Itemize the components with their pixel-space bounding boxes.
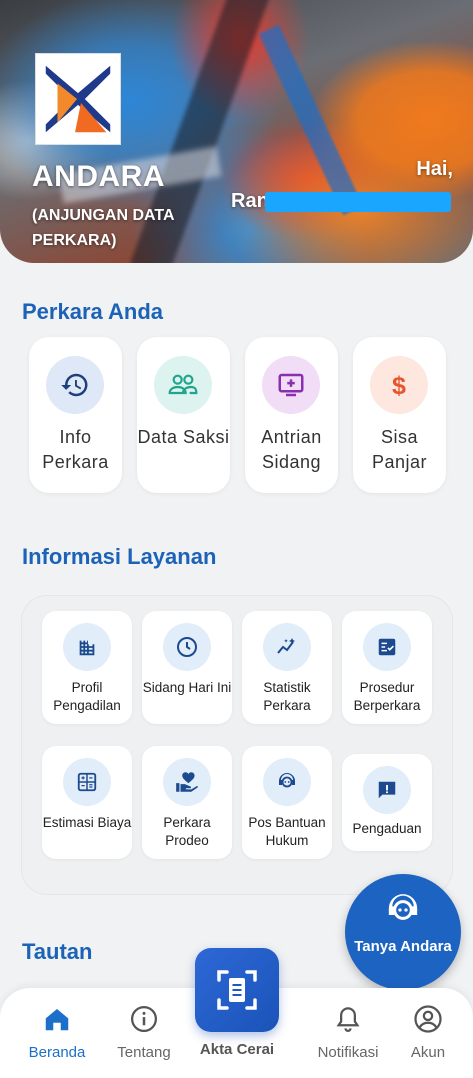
card-data-saksi[interactable]: Data Saksi	[137, 337, 230, 493]
card-sisa-panjar[interactable]: $ Sisa Panjar	[353, 337, 446, 493]
paint-stroke	[258, 24, 364, 216]
akta-cerai-label: Akta Cerai	[199, 1041, 275, 1058]
greeting: Hai,	[416, 158, 453, 180]
queue-screen-icon	[262, 356, 320, 414]
service-profil-pengadilan[interactable]: Profil Pengadilan	[42, 611, 132, 724]
report-icon	[363, 766, 411, 814]
dollar-icon: $	[370, 356, 428, 414]
service-label: Profil Pengadilan	[53, 680, 121, 713]
nav-label: Akun	[410, 1044, 446, 1061]
account-icon	[413, 1004, 443, 1034]
service-label: Pos Bantuan Hukum	[248, 815, 326, 848]
fab-label: Tanya Andara	[354, 938, 452, 955]
nav-tentang[interactable]: Tentang	[99, 988, 189, 1078]
bell-icon	[333, 1004, 363, 1034]
info-icon	[129, 1004, 159, 1034]
card-label: Data Saksi	[137, 427, 230, 447]
service-estimasi-biaya[interactable]: Estimasi Biaya	[42, 746, 132, 859]
services-panel: Profil Pengadilan Sidang Hari Ini Statis…	[21, 595, 453, 895]
service-prosedur-berperkara[interactable]: Prosedur Berperkara	[342, 611, 432, 724]
user-name: Ran	[231, 190, 269, 212]
service-label: Statistik Perkara	[263, 680, 311, 713]
section-title-perkara-anda: Perkara Anda	[22, 299, 164, 324]
nav-label: Notifikasi	[317, 1044, 379, 1061]
card-label: Antrian Sidang	[261, 427, 322, 472]
header-banner: ANDARA (ANJUNGAN DATA PERKARA) Hai, Ran	[0, 0, 473, 263]
service-label: Estimasi Biaya	[42, 815, 132, 830]
service-label: Perkara Prodeo	[163, 815, 211, 848]
service-pos-bantuan-hukum[interactable]: Pos Bantuan Hukum	[242, 746, 332, 859]
nav-label: Beranda	[28, 1044, 86, 1061]
checklist-icon	[363, 623, 411, 671]
calculator-icon	[63, 758, 111, 806]
building-icon	[63, 623, 111, 671]
card-antrian-sidang[interactable]: Antrian Sidang	[245, 337, 338, 493]
svg-text:$: $	[392, 372, 406, 400]
support-agent-icon	[383, 890, 423, 930]
trend-icon	[263, 623, 311, 671]
redaction-bar	[265, 192, 451, 212]
card-info-perkara[interactable]: Info Perkara	[29, 337, 122, 493]
section-title-tautan: Tautan	[22, 939, 93, 964]
card-label: Info Perkara	[42, 427, 109, 472]
service-sidang-hari-ini[interactable]: Sidang Hari Ini	[142, 611, 232, 724]
people-icon	[154, 356, 212, 414]
document-scan-icon	[217, 970, 257, 1010]
clock-icon	[163, 623, 211, 671]
service-perkara-prodeo[interactable]: Perkara Prodeo	[142, 746, 232, 859]
nav-notifikasi[interactable]: Notifikasi	[303, 988, 393, 1078]
nav-akun[interactable]: Akun	[383, 988, 473, 1078]
home-icon	[42, 1004, 72, 1034]
app-subtitle: (ANJUNGAN DATA PERKARA)	[32, 207, 174, 249]
service-statistik-perkara[interactable]: Statistik Perkara	[242, 611, 332, 724]
tanya-andara-button[interactable]: Tanya Andara	[345, 874, 461, 990]
andara-logo	[35, 53, 121, 145]
section-title-informasi-layanan: Informasi Layanan	[22, 544, 217, 569]
history-icon	[46, 356, 104, 414]
app-brand: ANDARA	[32, 160, 165, 193]
service-label: Sidang Hari Ini	[142, 680, 232, 695]
akta-cerai-button[interactable]	[195, 948, 279, 1032]
support-agent-icon	[263, 758, 311, 806]
service-pengaduan[interactable]: Pengaduan	[342, 754, 432, 851]
hand-heart-icon	[163, 758, 211, 806]
service-label: Prosedur Berperkara	[353, 680, 421, 713]
card-label: Sisa Panjar	[371, 427, 428, 472]
nav-label: Tentang	[117, 1044, 171, 1061]
nav-beranda[interactable]: Beranda	[12, 988, 102, 1078]
service-label: Pengaduan	[352, 821, 422, 836]
